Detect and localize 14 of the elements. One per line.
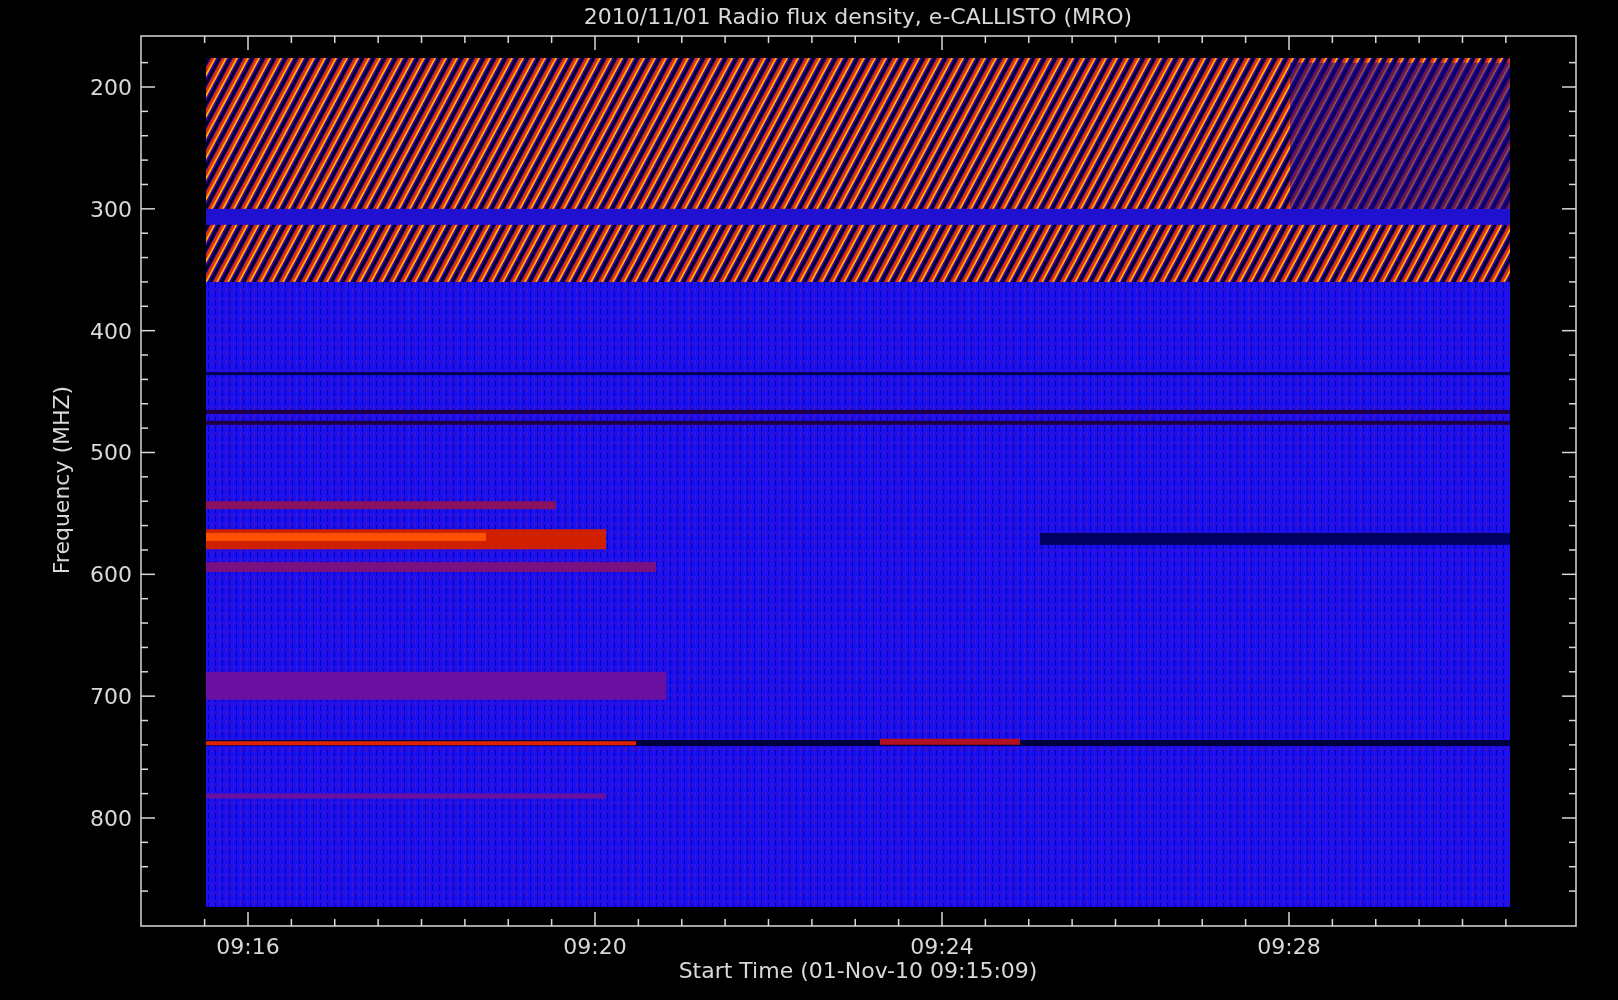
tick-label: 800 bbox=[90, 806, 132, 831]
axis-title: Frequency (MHZ) bbox=[49, 385, 74, 575]
axis-title: Start Time (01-Nov-10 09:15:09) bbox=[678, 958, 1038, 983]
tick-label: 09:20 bbox=[563, 934, 627, 959]
chart-title: 2010/11/01 Radio flux density, e-CALLISTO (MRO) bbox=[583, 4, 1133, 29]
tick-label: 700 bbox=[90, 684, 132, 710]
tick-label: 09:28 bbox=[1257, 934, 1321, 959]
tick-label: 500 bbox=[90, 440, 132, 466]
tick-label: 200 bbox=[90, 75, 132, 100]
tick-label: 600 bbox=[90, 562, 132, 588]
tick-label: 300 bbox=[90, 196, 132, 222]
tick-label: 400 bbox=[90, 318, 132, 344]
tick-label: 09:24 bbox=[910, 934, 974, 959]
tick-label: 09:16 bbox=[216, 934, 280, 959]
